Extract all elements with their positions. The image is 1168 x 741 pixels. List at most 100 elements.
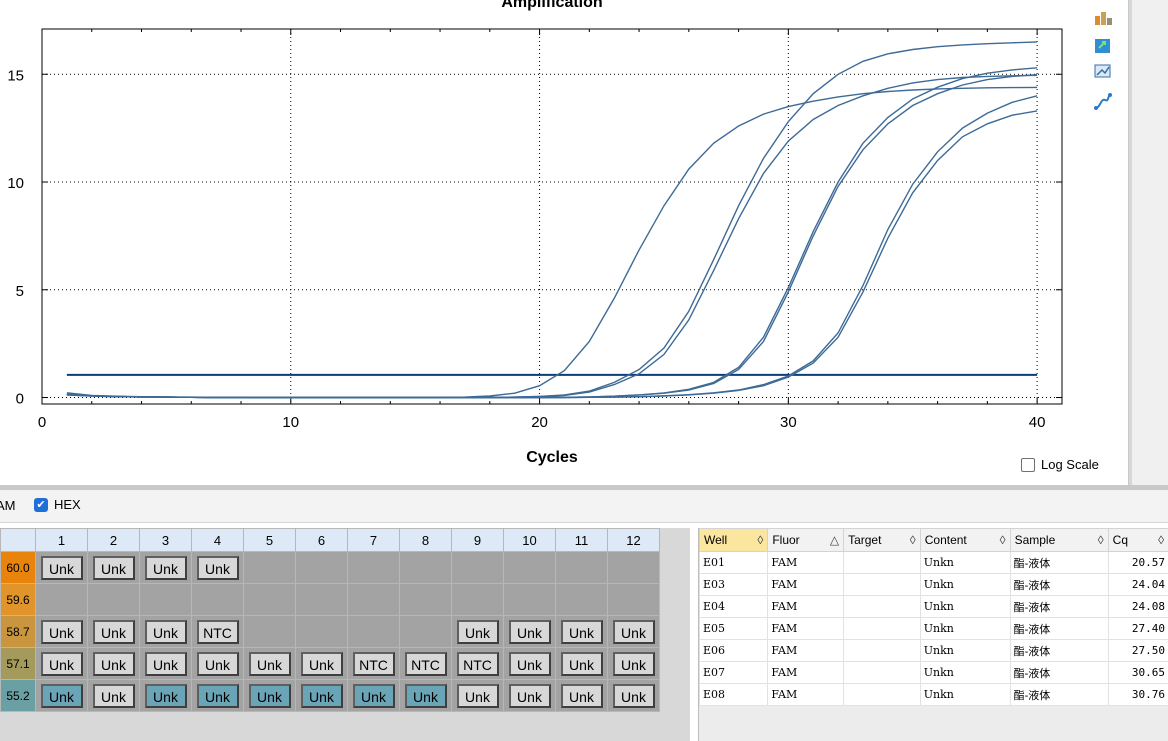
well-button[interactable]: Unk — [404, 683, 447, 708]
column-header-content[interactable]: Content ◊ — [919, 528, 1011, 552]
plate-well[interactable] — [399, 583, 452, 616]
plate-column-header[interactable]: 5 — [243, 528, 296, 552]
amplification-plot[interactable]: 0 10 20 30 40 0 5 10 15 Amplification Cycles — [0, 0, 1128, 485]
sort-icon[interactable]: ◊ — [1000, 533, 1006, 547]
plate-well[interactable]: Unk — [139, 551, 192, 584]
column-header-target[interactable]: Target ◊ — [843, 528, 921, 552]
plate-well[interactable]: Unk — [35, 647, 88, 680]
plate-well[interactable]: Unk — [295, 679, 348, 712]
plate-well[interactable] — [347, 583, 400, 616]
row-temperature[interactable]: 57.1 — [0, 647, 36, 680]
plate-well[interactable] — [555, 551, 608, 584]
plate-well[interactable] — [295, 583, 348, 616]
plate-well[interactable]: Unk — [139, 647, 192, 680]
sort-icon[interactable]: ◊ — [1098, 533, 1104, 547]
table-row[interactable]: E08 FAM Unkn 酯-液体 30.76 — [698, 683, 1168, 706]
plate-column-header[interactable]: 9 — [451, 528, 504, 552]
right-panel-scroll[interactable] — [1128, 0, 1168, 485]
plate-well[interactable]: Unk — [139, 679, 192, 712]
plate-well[interactable]: Unk — [35, 679, 88, 712]
chart-settings-icon[interactable] — [1093, 8, 1113, 26]
well-button[interactable]: Unk — [144, 555, 187, 580]
export-icon[interactable] — [1093, 36, 1113, 54]
plate-column-header[interactable]: 10 — [503, 528, 556, 552]
well-button[interactable]: Unk — [248, 683, 291, 708]
plate-well[interactable]: Unk — [243, 647, 296, 680]
sort-icon[interactable]: △ — [830, 533, 839, 547]
well-button[interactable]: Unk — [612, 619, 655, 644]
table-row[interactable]: E01 FAM Unkn 酯-液体 20.57 — [698, 551, 1168, 574]
plate-well[interactable]: Unk — [451, 615, 504, 648]
plate-well[interactable]: Unk — [191, 679, 244, 712]
well-button[interactable]: Unk — [560, 619, 603, 644]
row-temperature[interactable]: 60.0 — [0, 551, 36, 584]
well-button[interactable]: Unk — [300, 683, 343, 708]
plate-well[interactable] — [451, 583, 504, 616]
plate-well[interactable] — [191, 583, 244, 616]
plate-well[interactable]: Unk — [451, 679, 504, 712]
plate-column-header[interactable]: 2 — [87, 528, 140, 552]
plate-column-header[interactable]: 11 — [555, 528, 608, 552]
zoom-icon[interactable] — [1093, 62, 1113, 80]
row-temperature[interactable]: 55.2 — [0, 679, 36, 712]
plate-well[interactable]: NTC — [451, 647, 504, 680]
table-row[interactable]: E05 FAM Unkn 酯-液体 27.40 — [698, 617, 1168, 640]
check-icon[interactable]: ✔ — [34, 497, 48, 512]
plate-well[interactable] — [295, 615, 348, 648]
well-button[interactable]: Unk — [144, 683, 187, 708]
plate-column-header[interactable]: 7 — [347, 528, 400, 552]
plate-well[interactable]: Unk — [503, 615, 556, 648]
plate-well[interactable]: Unk — [243, 679, 296, 712]
well-button[interactable]: Unk — [40, 619, 83, 644]
plate-well[interactable] — [243, 551, 296, 584]
well-button[interactable]: Unk — [92, 683, 135, 708]
plate-well[interactable]: Unk — [607, 647, 660, 680]
well-button[interactable]: NTC — [196, 619, 239, 644]
well-button[interactable]: Unk — [196, 683, 239, 708]
well-button[interactable]: NTC — [352, 651, 395, 676]
plate-well[interactable] — [243, 615, 296, 648]
column-header-cq[interactable]: Cq ◊ — [1107, 528, 1168, 552]
plate-well[interactable] — [243, 583, 296, 616]
plate-column-header[interactable]: 8 — [399, 528, 452, 552]
plate-well[interactable]: Unk — [607, 615, 660, 648]
plate-well[interactable]: Unk — [295, 647, 348, 680]
plate-column-header[interactable]: 6 — [295, 528, 348, 552]
table-row[interactable]: E03 FAM Unkn 酯-液体 24.04 — [698, 573, 1168, 596]
plate-well[interactable]: Unk — [503, 679, 556, 712]
well-button[interactable]: Unk — [92, 555, 135, 580]
plate-well[interactable]: Unk — [555, 615, 608, 648]
plate-well[interactable] — [607, 583, 660, 616]
plate-well[interactable]: Unk — [139, 615, 192, 648]
plate-corner[interactable] — [0, 528, 36, 552]
plate-well[interactable] — [139, 583, 192, 616]
well-button[interactable]: Unk — [560, 651, 603, 676]
well-button[interactable]: Unk — [352, 683, 395, 708]
column-header-well[interactable]: Well ◊ — [698, 528, 769, 552]
table-row[interactable]: E06 FAM Unkn 酯-液体 27.50 — [698, 639, 1168, 662]
plate-well[interactable]: Unk — [555, 647, 608, 680]
plate-well[interactable] — [503, 583, 556, 616]
well-button[interactable]: NTC — [456, 651, 499, 676]
well-button[interactable]: Unk — [508, 651, 551, 676]
plate-column-header[interactable]: 1 — [35, 528, 88, 552]
well-button[interactable]: NTC — [404, 651, 447, 676]
well-button[interactable]: Unk — [560, 683, 603, 708]
amplification-chart[interactable]: 0 10 20 30 40 0 5 10 15 Amplification Cycles — [0, 0, 1128, 485]
plate-well[interactable]: NTC — [191, 615, 244, 648]
plate-column-header[interactable]: 3 — [139, 528, 192, 552]
plate-well[interactable]: Unk — [87, 647, 140, 680]
column-header-fluor[interactable]: Fluor △ — [767, 528, 845, 552]
plate-well[interactable]: Unk — [87, 551, 140, 584]
curve-icon[interactable] — [1093, 92, 1113, 110]
well-button[interactable]: Unk — [40, 555, 83, 580]
sort-icon[interactable]: ◊ — [757, 533, 763, 547]
plate-well[interactable] — [555, 583, 608, 616]
hex-filter[interactable]: ✔ HEX — [34, 497, 81, 512]
plate-well[interactable] — [399, 551, 452, 584]
well-button[interactable]: Unk — [196, 555, 239, 580]
well-button[interactable]: Unk — [300, 651, 343, 676]
plate-well[interactable]: Unk — [35, 551, 88, 584]
table-row[interactable]: E04 FAM Unkn 酯-液体 24.08 — [698, 595, 1168, 618]
well-button[interactable]: Unk — [456, 683, 499, 708]
